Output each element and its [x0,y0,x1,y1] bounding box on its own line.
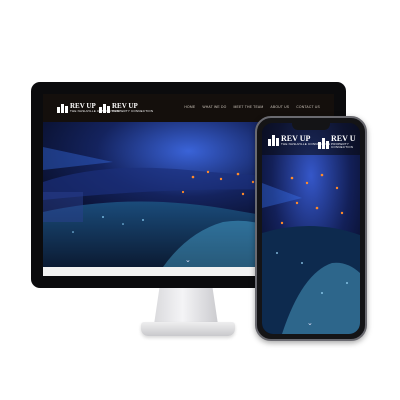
chevron-down-icon[interactable]: ⌄ [307,319,313,327]
nav-item-meet-the-team[interactable]: MEET THE TEAM [233,105,263,109]
building-icon [57,104,68,113]
desktop-logo-right[interactable]: REV UP PROPERTY CONNECTION [99,103,153,113]
mobile-logo-right[interactable]: REV U PROPERTY CONNECTION [318,135,360,149]
monitor-stand-neck [153,288,219,326]
building-icon [318,138,329,149]
chevron-down-icon[interactable]: ⌄ [185,256,191,264]
nav-item-contact-us[interactable]: CONTACT US [296,105,320,109]
nav-item-about-us[interactable]: ABOUT US [270,105,289,109]
nav-item-home[interactable]: HOME [184,105,195,109]
main-nav: HOME WHAT WE DO MEET THE TEAM ABOUT US C… [184,105,320,109]
logo-subtitle: PROPERTY CONNECTION [112,109,154,113]
logo-subtitle: PROPERTY CONNECTION [331,142,354,149]
mobile-phone: REV UP THE NASHVILLE CONNECTION REV U PR… [255,116,367,341]
monitor-stand-base [141,322,235,336]
building-icon [99,104,110,113]
nav-item-what-we-do[interactable]: WHAT WE DO [202,105,226,109]
mobile-screen: REV UP THE NASHVILLE CONNECTION REV U PR… [262,123,360,334]
phone-notch [292,123,330,130]
building-icon [268,135,279,146]
